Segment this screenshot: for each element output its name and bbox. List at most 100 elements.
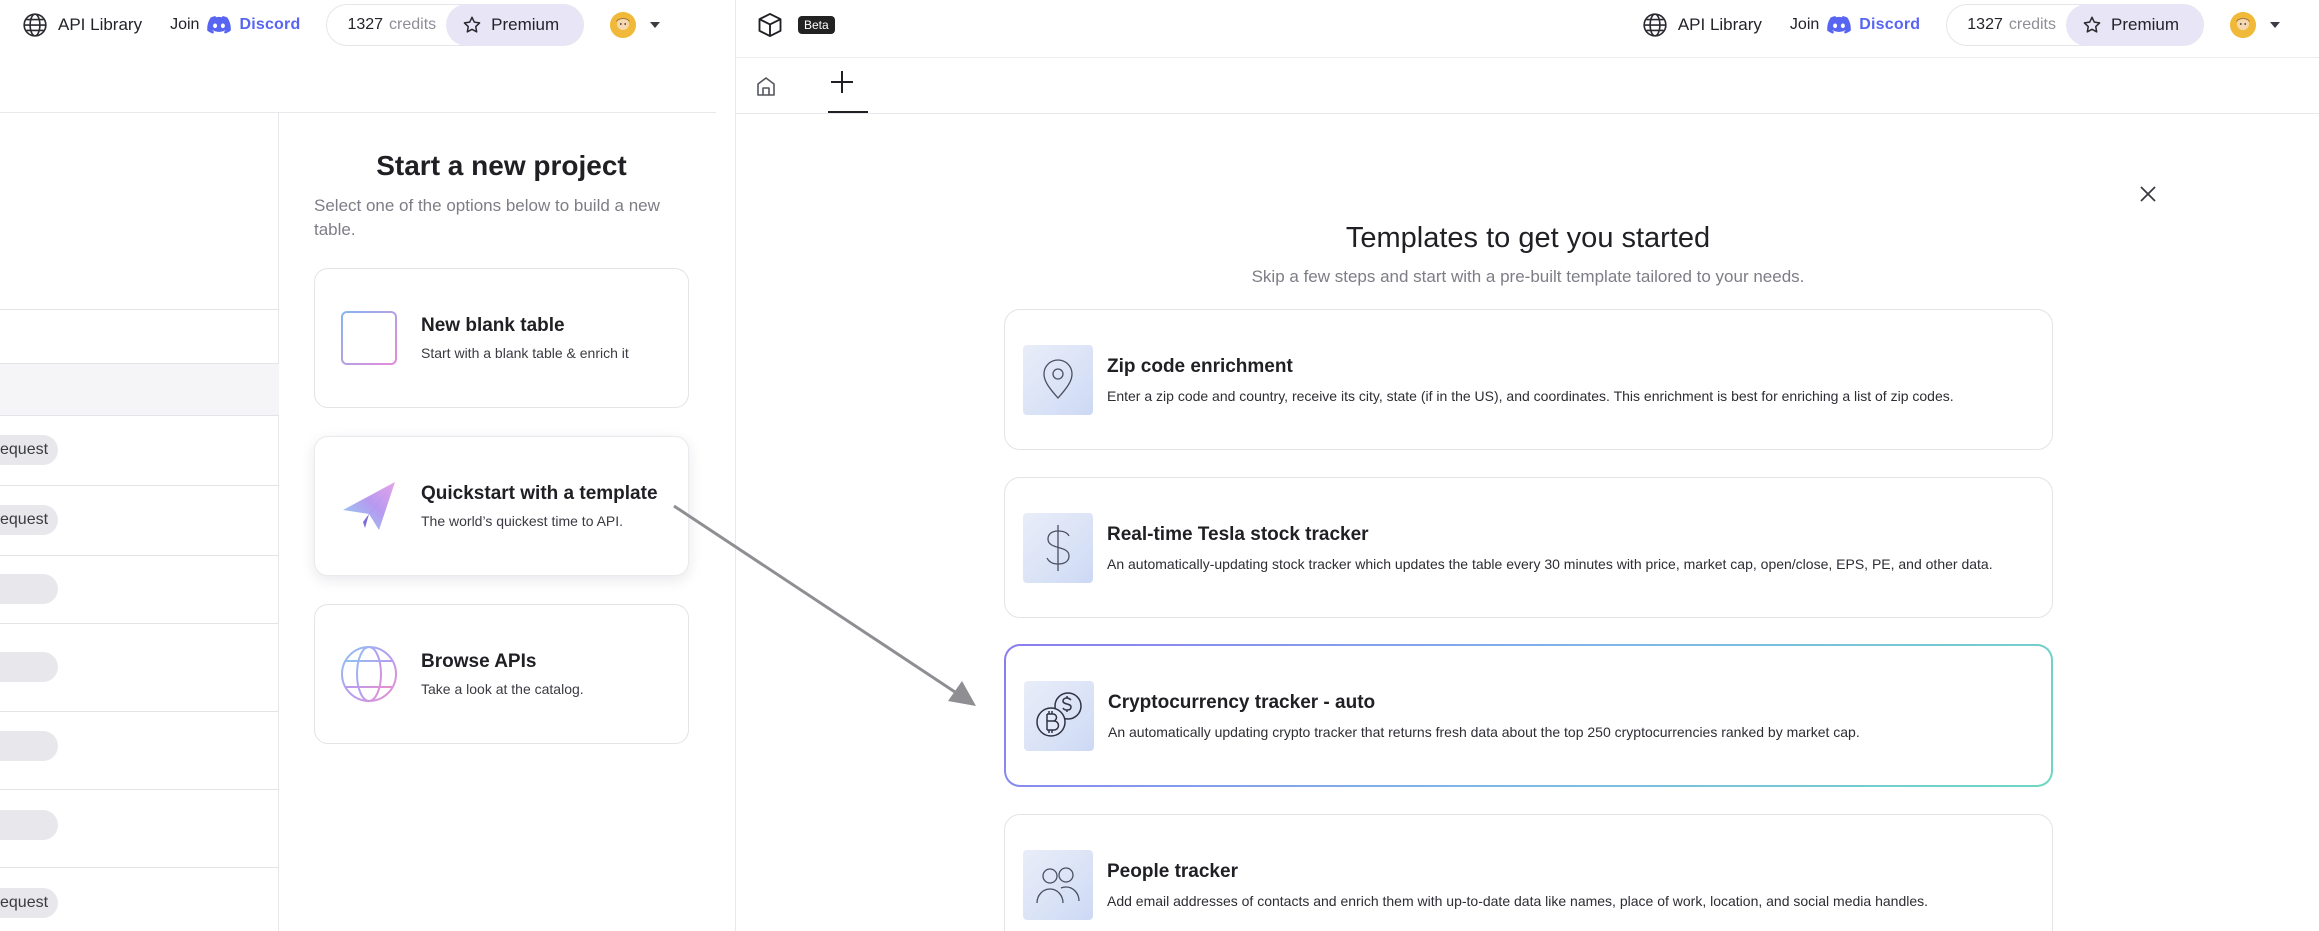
table-line [0, 867, 279, 868]
discord-icon [1827, 16, 1852, 34]
table-chip [0, 574, 58, 604]
option-title: New blank table [421, 315, 565, 336]
globe-icon [1643, 13, 1667, 37]
left-top-bar: API Library Join Discord 1327 credits Pr… [0, 0, 716, 50]
api-library-label: API Library [58, 15, 143, 34]
template-desc: Add email addresses of contacts and enri… [1107, 892, 1929, 909]
option-desc: The world’s quickest time to API. [421, 513, 624, 529]
credits-pill[interactable]: 1327 credits Premium [326, 4, 585, 46]
beta-badge: Beta [798, 16, 835, 34]
left-panel: API Library Join Discord 1327 credits Pr… [0, 0, 716, 931]
template-title: Cryptocurrency tracker - auto [1108, 691, 1376, 713]
globe-icon [23, 13, 47, 37]
table-chip [0, 731, 58, 761]
templates-header: Templates to get you started Skip a few … [736, 222, 2319, 287]
new-tab-plus-icon[interactable] [828, 68, 856, 96]
new-project-title: Start a new project [376, 150, 627, 181]
credits-label: credits [389, 16, 437, 33]
quickstart-template-option[interactable]: Quickstart with a template The world’s q… [314, 436, 689, 576]
template-title: People tracker [1107, 860, 1238, 882]
star-icon [2083, 16, 2101, 33]
avatar-image [610, 12, 637, 38]
api-library-link[interactable]: API Library [22, 12, 142, 38]
active-tab-indicator [828, 111, 868, 113]
credits-count: 1327 [1967, 16, 2003, 33]
credits-pill[interactable]: 1327 credits Premium [1946, 4, 2204, 46]
discord-icon [207, 16, 232, 34]
table-chip [0, 810, 58, 840]
new-blank-table-option[interactable]: New blank table Start with a blank table… [314, 268, 689, 408]
crypto-coins-icon [1036, 691, 1082, 737]
map-pin-icon [1043, 358, 1073, 399]
premium-button[interactable]: Premium [446, 4, 584, 46]
template-card-people-tracker[interactable]: People tracker Add email addresses of co… [1004, 814, 2053, 931]
api-library-label: API Library [1677, 15, 1762, 34]
option-title: Browse APIs [421, 651, 537, 672]
option-desc: Take a look at the catalog. [421, 681, 584, 697]
template-thumbnail [1023, 512, 1093, 583]
api-library-link[interactable]: API Library [1642, 12, 1762, 38]
globe-icon [341, 646, 397, 702]
discord-label: Discord [239, 16, 301, 33]
avatar-image [2230, 12, 2256, 38]
avatar[interactable] [610, 12, 637, 38]
table-header [0, 363, 279, 415]
credits-label: credits [2008, 16, 2056, 33]
credits-count: 1327 [347, 16, 384, 33]
home-icon[interactable] [754, 74, 778, 98]
new-project-subtitle: Select one of the options below to build… [314, 196, 660, 239]
option-desc: Start with a blank table & enrich it [421, 345, 629, 361]
template-card-tesla-stock[interactable]: Real-time Tesla stock tracker An automat… [1004, 477, 2053, 618]
close-icon[interactable] [2138, 184, 2158, 204]
table-line [0, 415, 279, 416]
join-discord-link[interactable]: Join Discord [1790, 16, 1920, 34]
avatar[interactable] [2230, 12, 2256, 38]
template-desc: An automatically updating crypto tracker… [1108, 723, 1860, 740]
people-icon [1036, 866, 1080, 903]
right-top-bar: Beta API Library Join Discord 1327 credi… [736, 0, 2319, 50]
background-table: equest equest equest [0, 113, 279, 931]
right-panel: Beta API Library Join Discord 1327 credi… [735, 0, 2319, 931]
discord-label: Discord [1859, 16, 1921, 33]
blank-table-icon [341, 311, 397, 365]
template-title: Zip code enrichment [1107, 355, 1293, 377]
table-line [0, 711, 279, 712]
join-label: Join [1789, 16, 1820, 33]
cube-logo-icon[interactable] [756, 11, 784, 39]
template-thumbnail [1024, 680, 1094, 751]
account-menu-chevron-icon[interactable] [2270, 22, 2280, 28]
templates-title: Templates to get you started [1345, 222, 1711, 254]
template-desc: An automatically-updating stock tracker … [1107, 555, 1993, 572]
table-line [0, 363, 279, 364]
browse-apis-option[interactable]: Browse APIs Take a look at the catalog. [314, 604, 689, 744]
table-line [0, 485, 279, 486]
table-line [0, 789, 279, 790]
new-project-header: Start a new project Select one of the op… [314, 150, 689, 242]
star-icon [463, 16, 481, 33]
option-title: Quickstart with a template [421, 483, 658, 504]
paper-plane-icon [343, 482, 395, 530]
template-card-cryptocurrency[interactable]: Cryptocurrency tracker - auto An automat… [1004, 644, 2053, 787]
table-chip: equest [0, 888, 58, 918]
screen: API Library Join Discord 1327 credits Pr… [0, 0, 2319, 931]
table-chip: equest [0, 505, 58, 535]
template-thumbnail [1023, 344, 1093, 415]
tab-bar [736, 58, 2319, 114]
template-card-zip-code[interactable]: Zip code enrichment Enter a zip code and… [1004, 309, 2053, 450]
table-line [0, 623, 279, 624]
template-title: Real-time Tesla stock tracker [1107, 523, 1369, 545]
templates-subtitle: Skip a few steps and start with a pre-bu… [1251, 267, 1805, 286]
table-line [0, 555, 279, 556]
premium-label: Premium [491, 15, 560, 34]
join-discord-link[interactable]: Join Discord [170, 16, 300, 34]
template-thumbnail [1023, 849, 1093, 920]
premium-label: Premium [2110, 15, 2179, 34]
join-label: Join [170, 16, 200, 33]
table-line [0, 309, 279, 310]
premium-button[interactable]: Premium [2065, 4, 2203, 46]
dollar-icon [1046, 524, 1070, 571]
table-chip: equest [0, 435, 58, 465]
table-chip [0, 652, 58, 682]
template-desc: Enter a zip code and country, receive it… [1107, 387, 1954, 404]
account-menu-chevron-icon[interactable] [650, 22, 661, 28]
